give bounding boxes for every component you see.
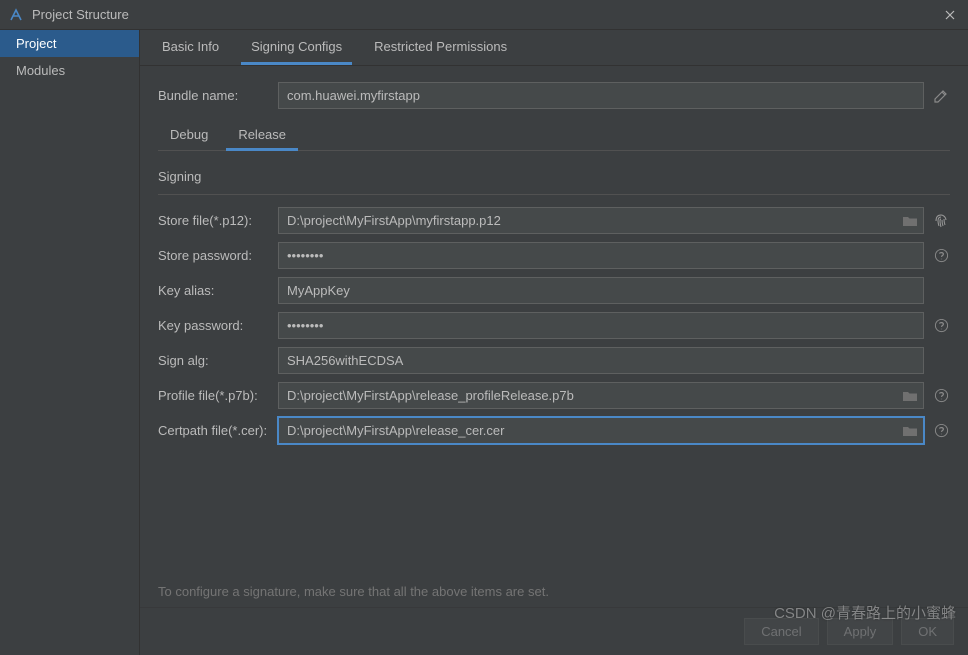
content: Project Modules Basic Info Signing Confi… <box>0 30 968 655</box>
section-title-signing: Signing <box>158 159 950 195</box>
window-title: Project Structure <box>32 7 940 22</box>
tab-label: Signing Configs <box>251 39 342 54</box>
help-icon[interactable] <box>932 248 950 263</box>
sidebar-item-label: Modules <box>16 63 65 78</box>
sub-tab-release[interactable]: Release <box>226 121 298 151</box>
help-icon[interactable] <box>932 423 950 438</box>
row-sign-alg: Sign alg: • <box>158 347 950 374</box>
tab-label: Restricted Permissions <box>374 39 507 54</box>
tab-label: Basic Info <box>162 39 219 54</box>
form-area: Bundle name: Debug Release Signing Store… <box>140 66 968 607</box>
store-file-input[interactable] <box>278 207 924 234</box>
label-profile-file: Profile file(*.p7b): <box>158 388 270 403</box>
sign-alg-input[interactable] <box>278 347 924 374</box>
app-icon <box>8 7 24 23</box>
key-password-input[interactable] <box>278 312 924 339</box>
bundle-name-input[interactable] <box>278 82 924 109</box>
label-bundle-name: Bundle name: <box>158 88 270 103</box>
key-alias-input[interactable] <box>278 277 924 304</box>
folder-icon[interactable] <box>902 389 918 403</box>
label-certpath-file: Certpath file(*.cer): <box>158 423 270 438</box>
cancel-button[interactable]: Cancel <box>744 618 818 645</box>
sidebar-item-label: Project <box>16 36 56 51</box>
tab-basic-info[interactable]: Basic Info <box>152 30 229 65</box>
row-store-password: Store password: <box>158 242 950 269</box>
help-icon[interactable] <box>932 388 950 403</box>
profile-file-input[interactable] <box>278 382 924 409</box>
tab-signing-configs[interactable]: Signing Configs <box>241 30 352 65</box>
sidebar-item-project[interactable]: Project <box>0 30 139 57</box>
row-certpath-file: Certpath file(*.cer): <box>158 417 950 444</box>
signing-form: Store file(*.p12): Store password: <box>158 207 950 444</box>
hint-text: To configure a signature, make sure that… <box>158 584 950 607</box>
footer: Cancel Apply OK <box>140 607 968 655</box>
sub-tab-label: Release <box>238 127 286 142</box>
sub-tab-label: Debug <box>170 127 208 142</box>
row-key-alias: Key alias: • <box>158 277 950 304</box>
main: Basic Info Signing Configs Restricted Pe… <box>140 30 968 655</box>
sub-tabs: Debug Release <box>158 121 950 151</box>
row-profile-file: Profile file(*.p7b): <box>158 382 950 409</box>
label-key-alias: Key alias: <box>158 283 270 298</box>
label-store-file: Store file(*.p12): <box>158 213 270 228</box>
titlebar: Project Structure <box>0 0 968 30</box>
tabs: Basic Info Signing Configs Restricted Pe… <box>140 30 968 66</box>
sub-tab-debug[interactable]: Debug <box>158 121 220 151</box>
label-store-password: Store password: <box>158 248 270 263</box>
folder-icon[interactable] <box>902 424 918 438</box>
close-icon[interactable] <box>940 5 960 25</box>
fingerprint-icon[interactable] <box>932 213 950 229</box>
sidebar: Project Modules <box>0 30 140 655</box>
apply-button[interactable]: Apply <box>827 618 894 645</box>
label-key-password: Key password: <box>158 318 270 333</box>
label-sign-alg: Sign alg: <box>158 353 270 368</box>
help-icon[interactable] <box>932 318 950 333</box>
sidebar-item-modules[interactable]: Modules <box>0 57 139 84</box>
row-store-file: Store file(*.p12): <box>158 207 950 234</box>
row-key-password: Key password: <box>158 312 950 339</box>
certpath-file-input[interactable] <box>278 417 924 444</box>
row-bundle-name: Bundle name: <box>158 82 950 109</box>
edit-icon[interactable] <box>932 88 950 104</box>
folder-icon[interactable] <box>902 214 918 228</box>
ok-button[interactable]: OK <box>901 618 954 645</box>
store-password-input[interactable] <box>278 242 924 269</box>
tab-restricted-permissions[interactable]: Restricted Permissions <box>364 30 517 65</box>
